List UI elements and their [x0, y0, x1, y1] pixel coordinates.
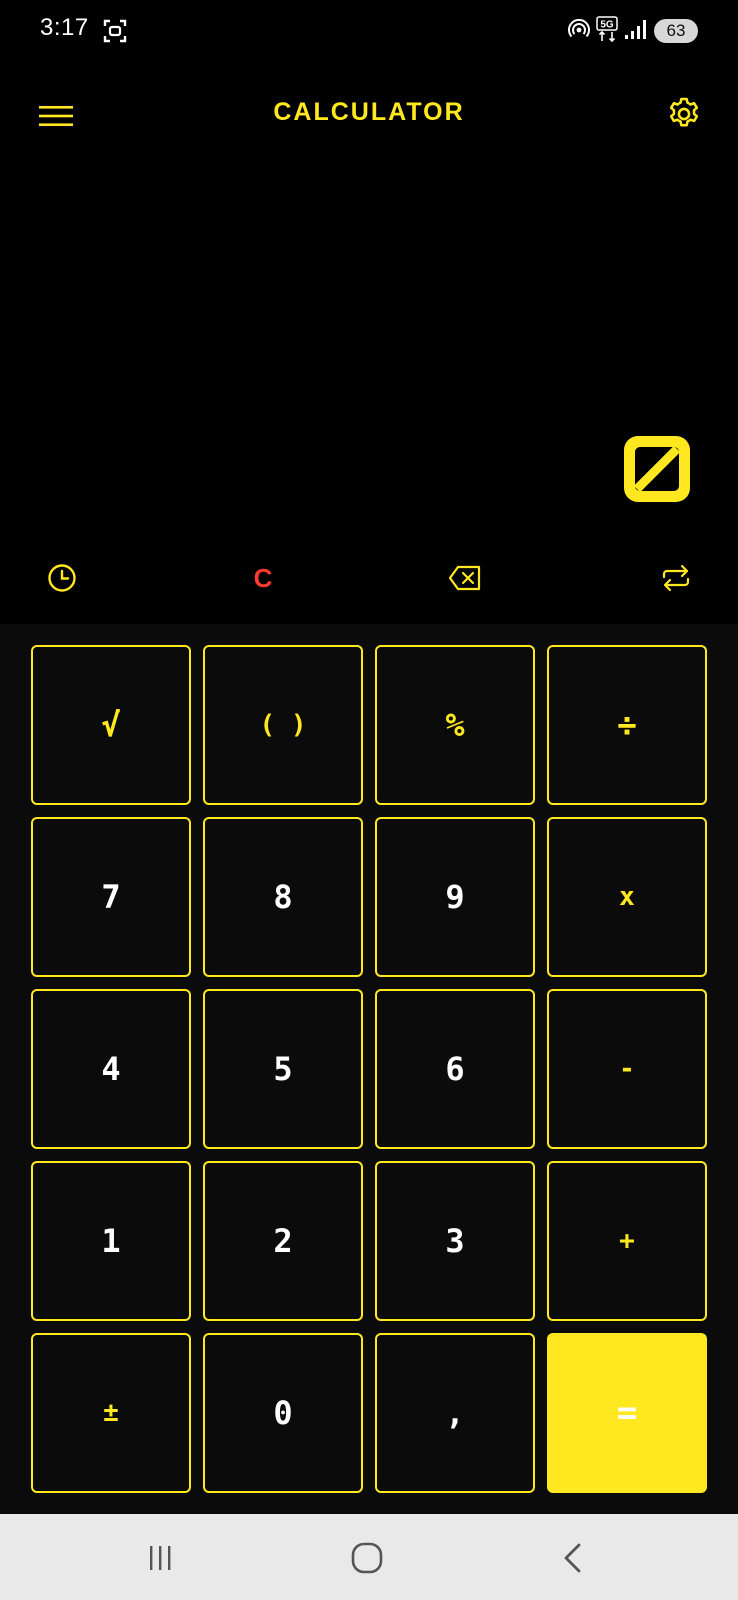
key-3[interactable]: 3: [375, 1161, 535, 1321]
keypad-grid: √ ( ) % ÷ 7 8 9 x 4 5 6 - 1 2 3 + ± 0 , …: [31, 645, 707, 1493]
convert-button[interactable]: [651, 556, 701, 600]
recent-apps-icon: [150, 1546, 171, 1570]
key-decimal[interactable]: ,: [375, 1333, 535, 1493]
tool-row: C: [0, 548, 738, 608]
home-icon: [351, 1542, 383, 1574]
key-equals[interactable]: =: [547, 1333, 707, 1493]
backspace-icon: [448, 565, 481, 591]
signal-icon: [624, 18, 648, 44]
key-7[interactable]: 7: [31, 817, 191, 977]
calculator-display: [0, 150, 738, 540]
key-9[interactable]: 9: [375, 817, 535, 977]
clear-button[interactable]: C: [238, 556, 288, 600]
key-1[interactable]: 1: [31, 1161, 191, 1321]
key-percent[interactable]: %: [375, 645, 535, 805]
key-multiply[interactable]: x: [547, 817, 707, 977]
zero-slash-icon: [624, 436, 690, 502]
swap-icon: [662, 564, 690, 592]
status-time: 3:17: [40, 14, 89, 41]
home-button[interactable]: [342, 1536, 392, 1580]
key-5[interactable]: 5: [203, 989, 363, 1149]
status-bar: 3:17 5G 63: [0, 0, 738, 64]
back-button[interactable]: [548, 1536, 598, 1580]
backspace-button[interactable]: [440, 556, 490, 600]
battery-icon: 63: [654, 19, 698, 43]
app-bar: CALCULATOR: [0, 80, 738, 150]
key-sqrt[interactable]: √: [31, 645, 191, 805]
network-label: 5G: [600, 20, 614, 31]
calculator-screen: 3:17 5G 63 CALCULATOR C √ () % ÷ 7 8 9 …: [0, 0, 738, 1600]
network-5g-icon: 5G: [596, 16, 618, 46]
keypad: √ ( ) % ÷ 7 8 9 x 4 5 6 - 1 2 3 + ± 0 , …: [0, 624, 738, 1514]
key-parentheses[interactable]: ( ): [203, 645, 363, 805]
key-plus-minus[interactable]: ±: [31, 1333, 191, 1493]
key-4[interactable]: 4: [31, 989, 191, 1149]
status-icons: 5G 63: [568, 16, 698, 46]
settings-gear-icon: [669, 97, 699, 127]
back-icon: [564, 1543, 581, 1573]
key-8[interactable]: 8: [203, 817, 363, 977]
navigation-bar: [0, 1514, 738, 1600]
key-divide[interactable]: ÷: [547, 645, 707, 805]
key-plus[interactable]: +: [547, 1161, 707, 1321]
key-6[interactable]: 6: [375, 989, 535, 1149]
hotspot-icon: [568, 18, 590, 44]
history-button[interactable]: [37, 556, 87, 600]
settings-button[interactable]: [662, 92, 706, 136]
recent-apps-button[interactable]: [135, 1536, 185, 1580]
key-minus[interactable]: -: [547, 989, 707, 1149]
clock-icon: [48, 564, 76, 592]
key-0[interactable]: 0: [203, 1333, 363, 1493]
app-title: CALCULATOR: [273, 98, 465, 126]
key-2[interactable]: 2: [203, 1161, 363, 1321]
screenshot-icon: [103, 18, 127, 44]
